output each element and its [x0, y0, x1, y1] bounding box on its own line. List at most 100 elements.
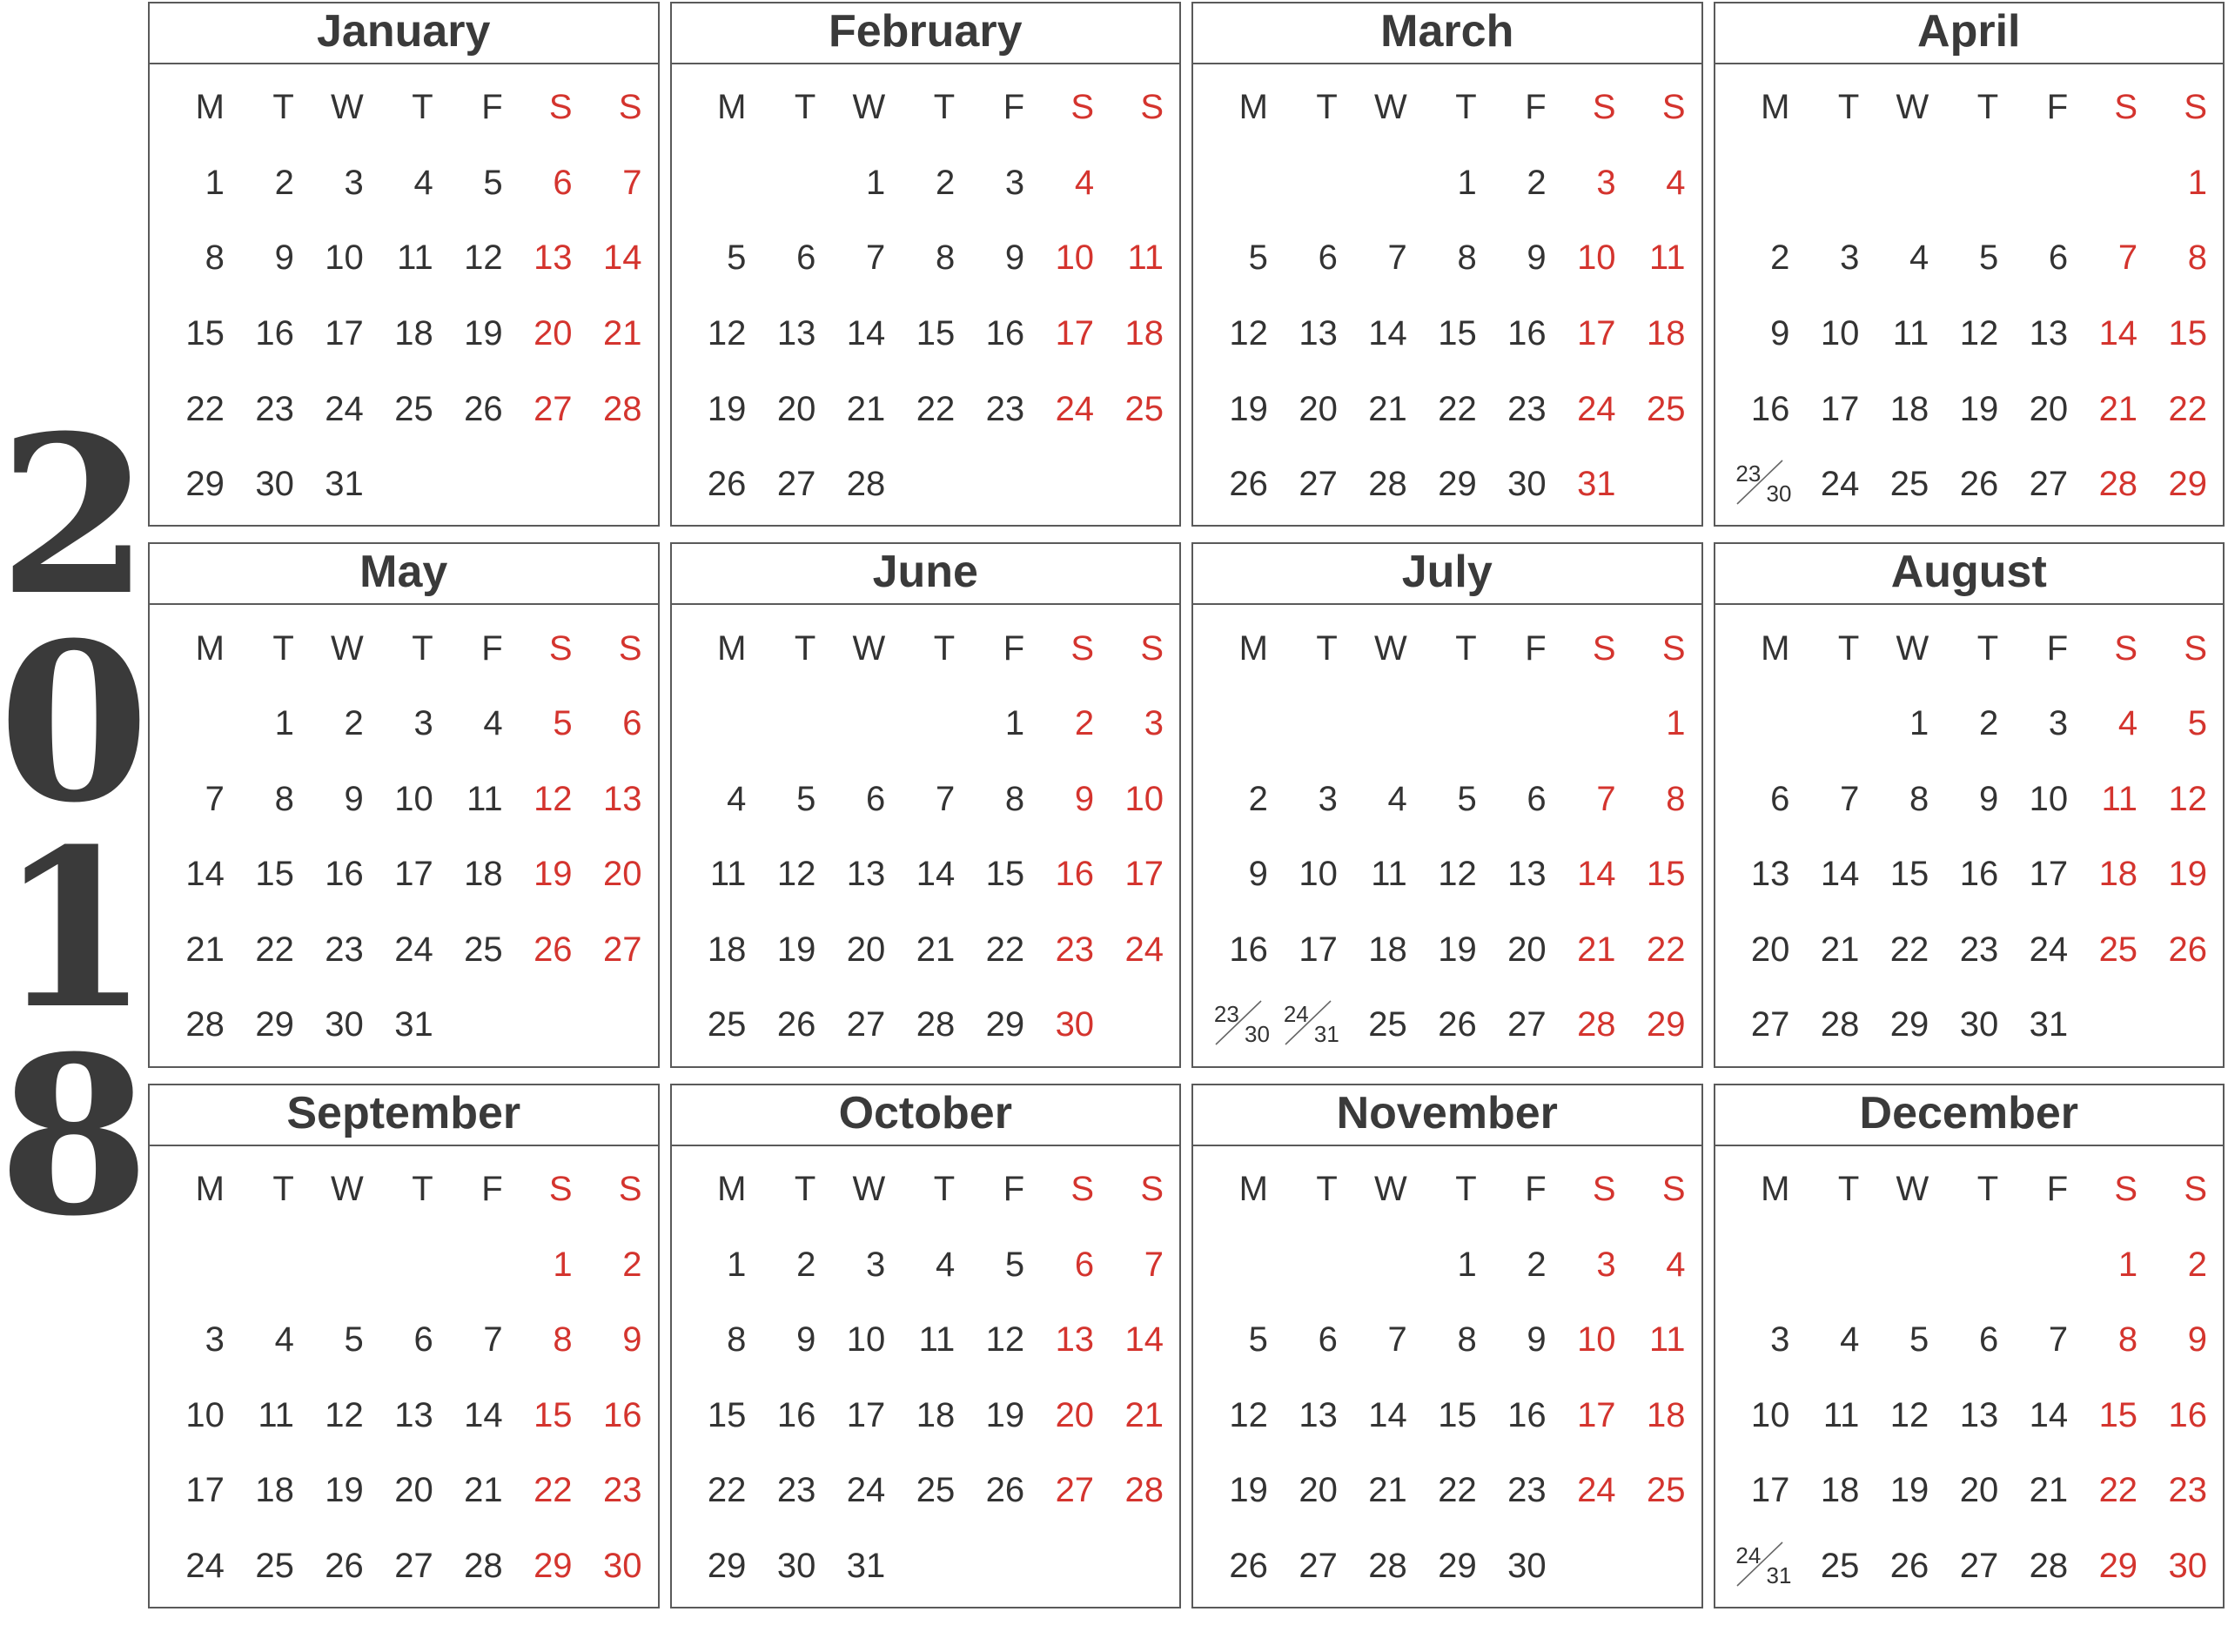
day-cell: 20 — [2029, 389, 2069, 428]
day-cell: 25 — [1368, 1005, 1407, 1044]
month-title-text: August — [1890, 547, 2047, 598]
day-cell: 25 — [1124, 389, 1164, 428]
day-cell: 23 — [603, 1471, 642, 1510]
month-body: M T W T F S S 1 2 3 4 5 6 7 8 9 10 11 12 13 14 15 16 17 18 19 20 21… — [1193, 605, 1701, 1065]
day-cell: 1 — [1457, 1245, 1477, 1284]
day-cell: 29 — [1438, 465, 1477, 504]
day-cell: 26 — [985, 1471, 1025, 1510]
week-row: 1 2 3 — [681, 686, 1168, 762]
day-cell: 17 — [1055, 313, 1095, 353]
weekday-header: S — [548, 1169, 573, 1208]
day-cell: 12 — [1229, 1395, 1268, 1434]
day-cell: 26 — [776, 1005, 816, 1044]
day-cell: 30 — [325, 1005, 364, 1044]
week-row: 10 11 12 13 14 15 16 — [158, 1377, 646, 1453]
day-cell: 1 — [1457, 163, 1477, 202]
month-title-text: February — [828, 6, 1023, 57]
day-cell-split: 23 30 — [1724, 460, 1794, 505]
day-cell: 26 — [1959, 465, 1999, 504]
day-cell: 10 — [1577, 238, 1616, 278]
month-title: July — [1193, 544, 1701, 606]
day-cell: 18 — [1820, 1471, 1860, 1510]
weekday-header: S — [618, 1169, 642, 1208]
day-cell: 26 — [325, 1546, 364, 1585]
day-cell: 14 — [1124, 1320, 1164, 1360]
day-cell: 1 — [1004, 704, 1025, 743]
day-cell: 16 — [1055, 855, 1095, 894]
day-cell: 7 — [1144, 1245, 1164, 1284]
week-row: 26 27 28 — [681, 447, 1168, 522]
day-cell: 20 — [846, 930, 886, 969]
day-cell: 6 — [413, 1320, 433, 1360]
day-cell: 13 — [1299, 1395, 1338, 1434]
day-cell: 5 — [1909, 1320, 1929, 1360]
day-cell: 20 — [1507, 930, 1547, 969]
week-row: 9 10 11 12 13 14 15 — [1724, 296, 2211, 372]
day-cell: 17 — [2029, 855, 2069, 894]
day-cell: 24 — [1577, 1471, 1616, 1510]
day-cell: 10 — [846, 1320, 886, 1360]
week-row: 19 20 21 22 23 24 25 — [1202, 371, 1689, 447]
weekday-header-row: MTWTFSS — [681, 610, 1168, 686]
day-cell: 28 — [2098, 465, 2138, 504]
week-row: 12 13 14 15 16 17 18 — [1202, 296, 1689, 372]
weekday-header: M — [717, 88, 747, 127]
day-cell: 31 — [846, 1546, 886, 1585]
day-cell: 25 — [1889, 465, 1929, 504]
day-cell: 13 — [1507, 855, 1547, 894]
month-title-text: June — [872, 547, 978, 598]
day-cell: 6 — [1527, 779, 1547, 818]
day-cell: 19 — [1959, 389, 1999, 428]
day-cell: 8 — [2117, 1320, 2138, 1360]
weekday-header: T — [1316, 88, 1338, 127]
day-cell: 7 — [866, 238, 886, 278]
week-row: 2 3 4 5 6 7 8 — [1724, 220, 2211, 296]
day-cell: 14 — [185, 855, 225, 894]
day-cell: 27 — [1055, 1471, 1095, 1510]
week-row: 13 14 15 16 17 18 19 — [1724, 836, 2211, 912]
day-cell: 3 — [1144, 704, 1164, 743]
day-cell: 29 — [255, 1005, 294, 1044]
day-cell: 22 — [916, 389, 956, 428]
day-cell: 1 — [866, 163, 886, 202]
weekday-header: W — [331, 88, 364, 127]
day-cell: 24 — [185, 1546, 225, 1585]
week-row: 17 18 19 20 21 22 23 — [1724, 1453, 2211, 1528]
day-cell: 8 — [1909, 779, 1929, 818]
day-cell: 3 — [1596, 163, 1616, 202]
day-cell: 19 — [534, 855, 573, 894]
day-cell: 29 — [2168, 465, 2208, 504]
day-cell: 2 — [1074, 704, 1095, 743]
month-title-text: April — [1917, 6, 2021, 57]
weekday-header: M — [717, 1169, 747, 1208]
day-cell: 13 — [534, 238, 573, 278]
day-cell: 18 — [1368, 930, 1407, 969]
weekday-header: W — [1896, 88, 1929, 127]
day-cell: 17 — [846, 1395, 886, 1434]
day-cell: 17 — [1820, 389, 1860, 428]
day-cell: 20 — [1750, 930, 1790, 969]
day-cell: 13 — [846, 855, 886, 894]
day-cell: 2 — [1527, 163, 1547, 202]
week-row: 12 — [158, 1226, 646, 1302]
day-cell: 26 — [1438, 1005, 1477, 1044]
day-cell: 13 — [2029, 313, 2069, 353]
day-cell: 5 — [2187, 704, 2207, 743]
month-title: April — [1715, 3, 2223, 64]
day-cell: 11 — [1648, 238, 1686, 278]
day-cell: 16 — [255, 313, 294, 353]
weekday-header: T — [933, 628, 956, 668]
day-cell: 29 — [985, 1005, 1025, 1044]
day-cell: 12 — [1438, 855, 1477, 894]
day-cell: 15 — [916, 313, 956, 353]
day-cell: 3 — [344, 163, 364, 202]
weekday-header: M — [1238, 1169, 1268, 1208]
month-title: December — [1715, 1085, 2223, 1146]
day-cell: 10 — [1124, 779, 1164, 818]
weekday-header: W — [1374, 1169, 1407, 1208]
month-title-text: November — [1336, 1087, 1558, 1138]
day-cell: 27 — [1299, 1546, 1338, 1585]
weekday-header: W — [852, 88, 886, 127]
day-cell: 20 — [534, 313, 573, 353]
day-cell: 4 — [935, 1245, 956, 1284]
